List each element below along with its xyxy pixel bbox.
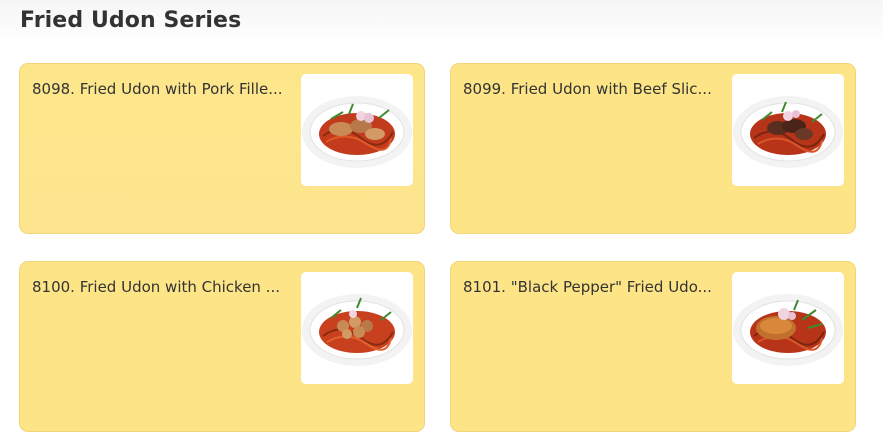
menu-item-card[interactable]: 8100. Fried Udon with Chicken ... — [19, 261, 425, 432]
menu-item-image[interactable] — [732, 74, 844, 186]
menu-item-name: 8101. "Black Pepper" Fried Udo... — [463, 278, 712, 296]
menu-page: Fried Udon Series 8098. Fried Udon with … — [0, 0, 883, 447]
menu-item-name: 8100. Fried Udon with Chicken ... — [32, 278, 280, 296]
fried-udon-beef-image — [733, 96, 843, 168]
section-title: Fried Udon Series — [20, 8, 242, 33]
menu-item-card[interactable]: 8098. Fried Udon with Pork Fille... — [19, 63, 425, 234]
menu-item-card[interactable]: 8101. "Black Pepper" Fried Udo... — [450, 261, 856, 432]
fried-udon-black-pepper-image — [733, 294, 843, 366]
fried-udon-pork-image — [302, 96, 412, 168]
menu-item-card[interactable]: 8099. Fried Udon with Beef Slic... — [450, 63, 856, 234]
fried-udon-chicken-image — [302, 294, 412, 366]
menu-item-image[interactable] — [301, 74, 413, 186]
menu-item-image[interactable] — [732, 272, 844, 384]
menu-item-name: 8099. Fried Udon with Beef Slic... — [463, 80, 712, 98]
menu-item-name: 8098. Fried Udon with Pork Fille... — [32, 80, 283, 98]
menu-item-image[interactable] — [301, 272, 413, 384]
